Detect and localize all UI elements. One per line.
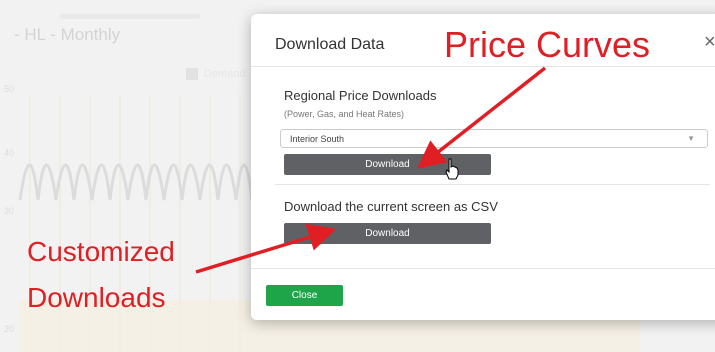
customized-annotation-line1: Customized [27,236,175,267]
customized-downloads-arrow [195,223,337,274]
customized-annotation-line2: Downloads [27,282,166,313]
price-curves-arrow [416,66,547,169]
price-curves-annotation: Price Curves [444,24,651,65]
